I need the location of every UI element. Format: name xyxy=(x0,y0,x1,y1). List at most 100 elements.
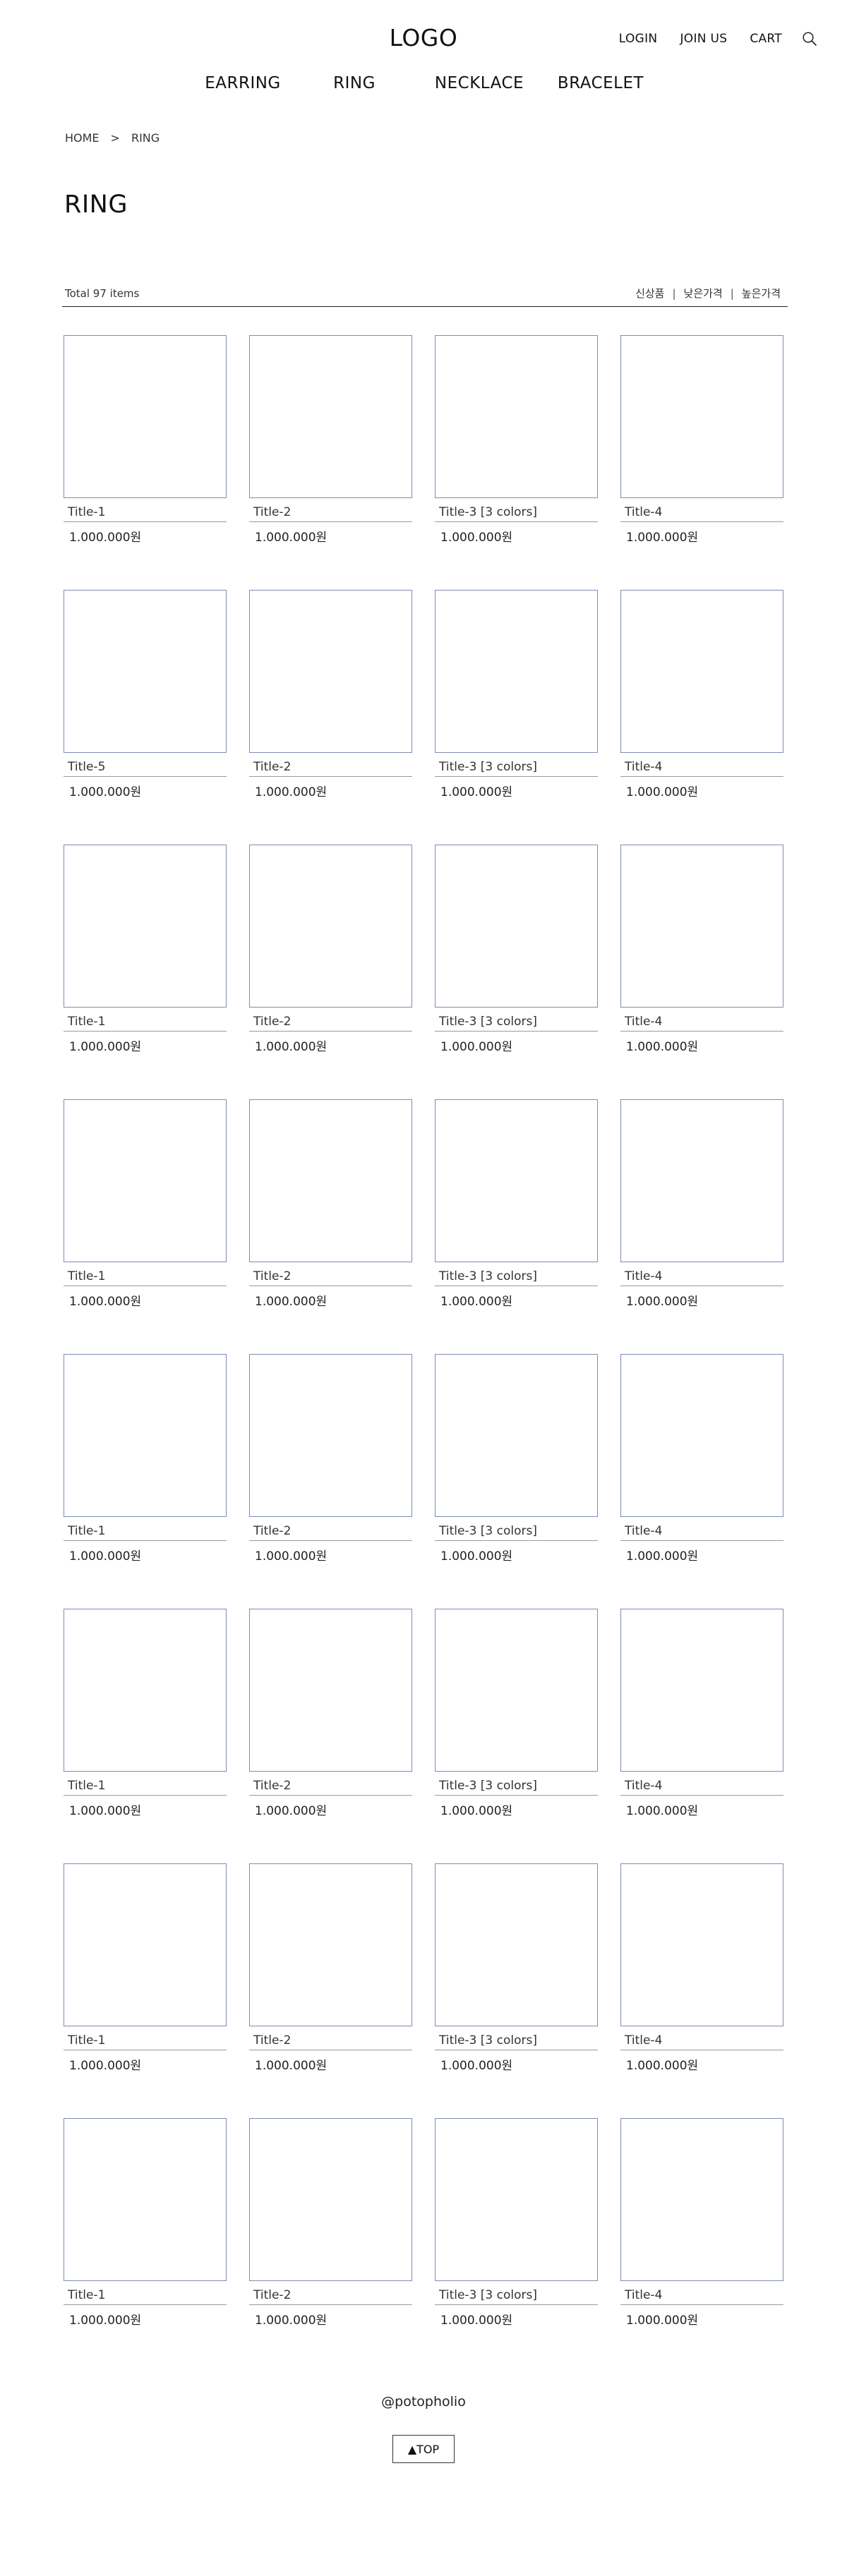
product-card[interactable]: Title-3 [3 colors] 1.000.000원 xyxy=(435,1863,598,2118)
product-thumbnail[interactable] xyxy=(620,590,783,753)
product-name[interactable]: Title-4 xyxy=(620,2033,783,2050)
product-name[interactable]: Title-1 xyxy=(64,505,227,522)
product-thumbnail[interactable] xyxy=(64,1609,227,1772)
product-name[interactable]: Title-2 xyxy=(249,1269,412,1286)
product-thumbnail[interactable] xyxy=(64,1354,227,1517)
product-card[interactable]: Title-4 1.000.000원 xyxy=(620,845,783,1099)
product-name[interactable]: Title-3 [3 colors] xyxy=(435,2033,598,2050)
product-name[interactable]: Title-4 xyxy=(620,505,783,522)
product-name[interactable]: Title-1 xyxy=(64,1524,227,1541)
product-card[interactable]: Title-4 1.000.000원 xyxy=(620,1609,783,1863)
product-thumbnail[interactable] xyxy=(249,1354,412,1517)
nav-item-necklace[interactable]: NECKLACE xyxy=(426,74,532,92)
product-card[interactable]: Title-1 1.000.000원 xyxy=(64,1609,227,1863)
product-thumbnail[interactable] xyxy=(249,590,412,753)
product-name[interactable]: Title-2 xyxy=(249,1779,412,1796)
product-thumbnail[interactable] xyxy=(620,845,783,1008)
product-name[interactable]: Title-1 xyxy=(64,2033,227,2050)
product-thumbnail[interactable] xyxy=(620,1863,783,2026)
product-card[interactable]: Title-1 1.000.000원 xyxy=(64,335,227,590)
product-name[interactable]: Title-4 xyxy=(620,1269,783,1286)
product-card[interactable]: Title-2 1.000.000원 xyxy=(249,335,412,590)
sort-newest[interactable]: 신상품 xyxy=(635,286,664,301)
product-thumbnail[interactable] xyxy=(620,2118,783,2281)
product-thumbnail[interactable] xyxy=(620,335,783,498)
product-card[interactable]: Title-4 1.000.000원 xyxy=(620,335,783,590)
breadcrumb-home[interactable]: HOME xyxy=(65,131,100,145)
product-card[interactable]: Title-1 1.000.000원 xyxy=(64,1863,227,2118)
product-name[interactable]: Title-4 xyxy=(620,1524,783,1541)
product-name[interactable]: Title-1 xyxy=(64,2288,227,2305)
product-thumbnail[interactable] xyxy=(620,1354,783,1517)
sort-high-price[interactable]: 높은가격 xyxy=(742,286,781,301)
product-card[interactable]: Title-2 1.000.000원 xyxy=(249,590,412,845)
product-card[interactable]: Title-3 [3 colors] 1.000.000원 xyxy=(435,335,598,590)
product-name[interactable]: Title-2 xyxy=(249,760,412,777)
product-name[interactable]: Title-3 [3 colors] xyxy=(435,1269,598,1286)
product-name[interactable]: Title-2 xyxy=(249,2288,412,2305)
product-name[interactable]: Title-4 xyxy=(620,1015,783,1032)
product-thumbnail[interactable] xyxy=(64,1863,227,2026)
product-card[interactable]: Title-2 1.000.000원 xyxy=(249,845,412,1099)
product-name[interactable]: Title-3 [3 colors] xyxy=(435,1524,598,1541)
product-card[interactable]: Title-3 [3 colors] 1.000.000원 xyxy=(435,1099,598,1354)
product-name[interactable]: Title-3 [3 colors] xyxy=(435,505,598,522)
product-thumbnail[interactable] xyxy=(435,590,598,753)
scroll-top-button[interactable]: ▲TOP xyxy=(392,2435,455,2463)
product-name[interactable]: Title-3 [3 colors] xyxy=(435,760,598,777)
product-thumbnail[interactable] xyxy=(64,2118,227,2281)
product-name[interactable]: Title-1 xyxy=(64,1779,227,1796)
join-us-link[interactable]: JOIN US xyxy=(680,32,727,46)
product-card[interactable]: Title-2 1.000.000원 xyxy=(249,1354,412,1609)
product-name[interactable]: Title-3 [3 colors] xyxy=(435,1015,598,1032)
product-thumbnail[interactable] xyxy=(620,1609,783,1772)
product-thumbnail[interactable] xyxy=(435,1099,598,1262)
product-name[interactable]: Title-2 xyxy=(249,1015,412,1032)
product-name[interactable]: Title-4 xyxy=(620,1779,783,1796)
product-card[interactable]: Title-3 [3 colors] 1.000.000원 xyxy=(435,590,598,845)
product-card[interactable]: Title-3 [3 colors] 1.000.000원 xyxy=(435,845,598,1099)
product-name[interactable]: Title-3 [3 colors] xyxy=(435,2288,598,2305)
product-thumbnail[interactable] xyxy=(64,845,227,1008)
product-name[interactable]: Title-2 xyxy=(249,2033,412,2050)
product-card[interactable]: Title-3 [3 colors] 1.000.000원 xyxy=(435,1354,598,1609)
product-card[interactable]: Title-2 1.000.000원 xyxy=(249,1099,412,1354)
product-thumbnail[interactable] xyxy=(435,845,598,1008)
nav-item-ring[interactable]: RING xyxy=(305,74,404,92)
search-icon[interactable] xyxy=(802,31,817,47)
product-card[interactable]: Title-4 1.000.000원 xyxy=(620,1099,783,1354)
product-card[interactable]: Title-4 1.000.000원 xyxy=(620,2118,783,2373)
product-card[interactable]: Title-1 1.000.000원 xyxy=(64,2118,227,2373)
product-name[interactable]: Title-2 xyxy=(249,1524,412,1541)
cart-link[interactable]: CART xyxy=(750,32,782,46)
product-name[interactable]: Title-2 xyxy=(249,505,412,522)
breadcrumb-current[interactable]: RING xyxy=(131,131,160,145)
product-thumbnail[interactable] xyxy=(249,1863,412,2026)
product-thumbnail[interactable] xyxy=(435,1354,598,1517)
product-card[interactable]: Title-3 [3 colors] 1.000.000원 xyxy=(435,1609,598,1863)
product-thumbnail[interactable] xyxy=(249,2118,412,2281)
product-thumbnail[interactable] xyxy=(249,335,412,498)
product-card[interactable]: Title-4 1.000.000원 xyxy=(620,1354,783,1609)
product-card[interactable]: Title-4 1.000.000원 xyxy=(620,1863,783,2118)
product-card[interactable]: Title-3 [3 colors] 1.000.000원 xyxy=(435,2118,598,2373)
product-name[interactable]: Title-4 xyxy=(620,760,783,777)
product-name[interactable]: Title-3 [3 colors] xyxy=(435,1779,598,1796)
product-name[interactable]: Title-5 xyxy=(64,760,227,777)
product-card[interactable]: Title-2 1.000.000원 xyxy=(249,1863,412,2118)
product-card[interactable]: Title-1 1.000.000원 xyxy=(64,1099,227,1354)
product-thumbnail[interactable] xyxy=(435,1609,598,1772)
product-thumbnail[interactable] xyxy=(435,2118,598,2281)
product-thumbnail[interactable] xyxy=(249,845,412,1008)
product-thumbnail[interactable] xyxy=(64,335,227,498)
product-name[interactable]: Title-1 xyxy=(64,1015,227,1032)
product-thumbnail[interactable] xyxy=(249,1609,412,1772)
product-card[interactable]: Title-1 1.000.000원 xyxy=(64,845,227,1099)
product-thumbnail[interactable] xyxy=(435,335,598,498)
sort-low-price[interactable]: 낮은가격 xyxy=(684,286,723,301)
product-card[interactable]: Title-4 1.000.000원 xyxy=(620,590,783,845)
product-thumbnail[interactable] xyxy=(435,1863,598,2026)
nav-item-earring[interactable]: EARRING xyxy=(193,74,292,92)
product-thumbnail[interactable] xyxy=(620,1099,783,1262)
product-thumbnail[interactable] xyxy=(64,590,227,753)
